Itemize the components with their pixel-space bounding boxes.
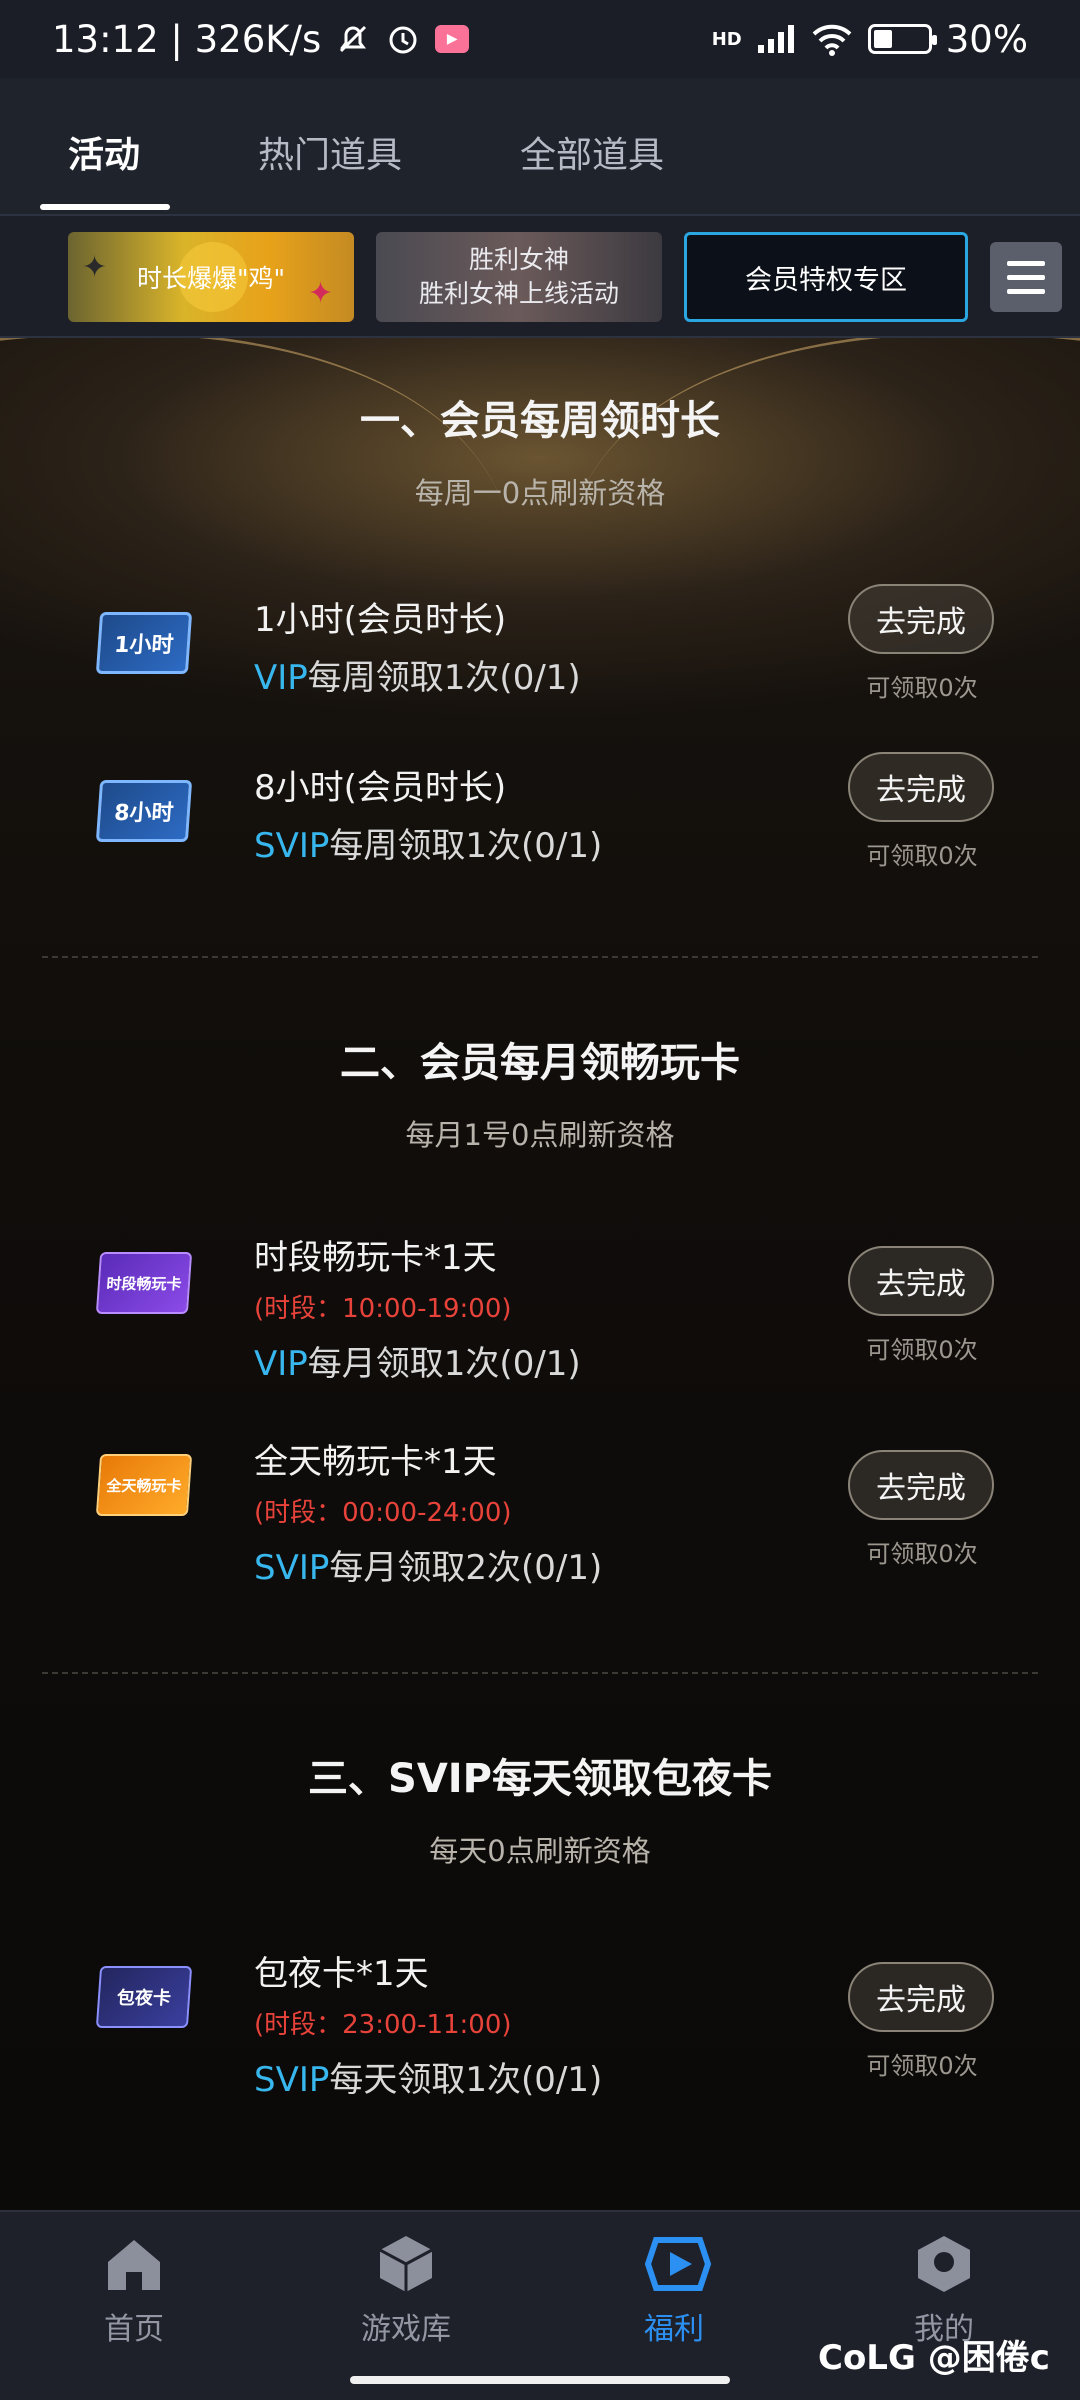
tab-activity[interactable]: 活动: [68, 126, 140, 178]
item-quota: SVIP每天领取1次(0/1): [254, 2060, 603, 2100]
menu-button[interactable]: [990, 242, 1062, 312]
go-complete-button[interactable]: 去完成: [848, 1246, 994, 1316]
item-period: (时段：10:00-19:00): [254, 1294, 512, 1324]
item-quota: SVIP每周领取1次(0/1): [254, 826, 603, 866]
tab-hot-items[interactable]: 热门道具: [258, 126, 402, 178]
network-label: HD: [711, 28, 742, 50]
section-subtitle: 每天0点刷新资格: [429, 1834, 651, 1868]
signal-icon: [756, 23, 796, 55]
welfare-content: 一、会员每周领时长 每周一0点刷新资格 1小时 1小时(会员时长) VIP每周领…: [0, 338, 1080, 2210]
item-period: (时段：00:00-24:00): [254, 1498, 512, 1528]
go-complete-button[interactable]: 去完成: [848, 1962, 994, 2032]
star-icon: ✦: [82, 250, 108, 285]
item-title: 1小时(会员时长): [254, 600, 507, 640]
alarm-icon: [385, 21, 421, 57]
battery-percent: 30%: [945, 17, 1028, 61]
nav-label: 首页: [104, 2312, 164, 2347]
item-title: 包夜卡*1天: [254, 1954, 429, 1994]
item-quota: VIP每周领取1次(0/1): [254, 658, 581, 698]
go-complete-button[interactable]: 去完成: [848, 1450, 994, 1520]
banner-member-zone[interactable]: 会员特权专区: [684, 232, 968, 322]
banner-chicken-event[interactable]: ✦ ✦ 时长爆爆"鸡": [68, 232, 354, 322]
cube-icon: [374, 2232, 438, 2296]
profile-icon: [912, 2232, 976, 2296]
home-icon: [102, 2232, 166, 2296]
watermark-text: CoLG @困倦c: [818, 2338, 1050, 2378]
go-complete-button[interactable]: 去完成: [848, 752, 994, 822]
banner-label: 会员特权专区: [745, 264, 907, 296]
claim-count: 可领取0次: [866, 2052, 978, 2080]
nav-game-library[interactable]: 游戏库: [326, 2232, 486, 2348]
wifi-icon: [810, 22, 854, 56]
section-subtitle: 每周一0点刷新资格: [414, 476, 666, 510]
bilibili-icon: ▶: [435, 25, 470, 53]
section-title: 一、会员每周领时长: [360, 398, 720, 444]
star-icon: ✦: [308, 276, 334, 311]
banner-subtitle: 胜利女神上线活动: [418, 279, 619, 308]
item-title: 全天畅玩卡*1天: [254, 1442, 497, 1482]
overnight-card-icon: 包夜卡: [95, 1966, 193, 2028]
claim-count: 可领取0次: [866, 842, 978, 870]
home-indicator[interactable]: [350, 2376, 730, 2384]
item-title: 8小时(会员时长): [254, 768, 507, 808]
nav-welfare[interactable]: 福利: [594, 2232, 754, 2348]
tab-all-items[interactable]: 全部道具: [520, 126, 664, 178]
hour-card-icon: 1小时: [95, 612, 193, 674]
play-gift-icon: [642, 2232, 712, 2296]
section-title: 三、SVIP每天领取包夜卡: [308, 1756, 772, 1802]
banner-title: 胜利女神: [468, 245, 569, 274]
top-tabs: 活动 热门道具 全部道具: [0, 78, 1080, 216]
section-divider: [42, 956, 1038, 958]
item-quota: VIP每月领取1次(0/1): [254, 1344, 581, 1384]
banner-nikke-event[interactable]: 胜利女神 胜利女神上线活动: [376, 232, 662, 322]
banner-strip: ✦ ✦ 时长爆爆"鸡" 胜利女神 胜利女神上线活动 会员特权专区: [0, 216, 1080, 338]
claim-count: 可领取0次: [866, 674, 978, 702]
nav-label: 福利: [644, 2312, 704, 2347]
status-time-speed: 13:12 | 326K/s: [52, 17, 322, 61]
hamburger-icon: [1007, 260, 1045, 266]
section-title: 二、会员每月领畅玩卡: [340, 1040, 740, 1086]
status-bar: 13:12 | 326K/s ▶ HD 30%: [0, 0, 1080, 78]
mute-icon: [335, 21, 371, 57]
claim-count: 可领取0次: [866, 1336, 978, 1364]
item-title: 时段畅玩卡*1天: [254, 1238, 497, 1278]
section-subtitle: 每月1号0点刷新资格: [405, 1118, 675, 1152]
item-period: (时段：23:00-11:00): [254, 2010, 512, 2040]
all-day-card-icon: 全天畅玩卡: [95, 1454, 193, 1516]
battery-icon: [867, 24, 937, 54]
nav-home[interactable]: 首页: [54, 2232, 214, 2348]
item-quota: SVIP每月领取2次(0/1): [254, 1548, 603, 1588]
nav-label: 游戏库: [361, 2312, 451, 2347]
go-complete-button[interactable]: 去完成: [848, 584, 994, 654]
active-tab-indicator: [40, 204, 170, 210]
section-divider: [42, 1672, 1038, 1674]
banner-label: 时长爆爆"鸡": [137, 264, 285, 293]
claim-count: 可领取0次: [866, 1540, 978, 1568]
time-slot-card-icon: 时段畅玩卡: [95, 1252, 193, 1314]
hour-card-icon: 8小时: [95, 780, 193, 842]
